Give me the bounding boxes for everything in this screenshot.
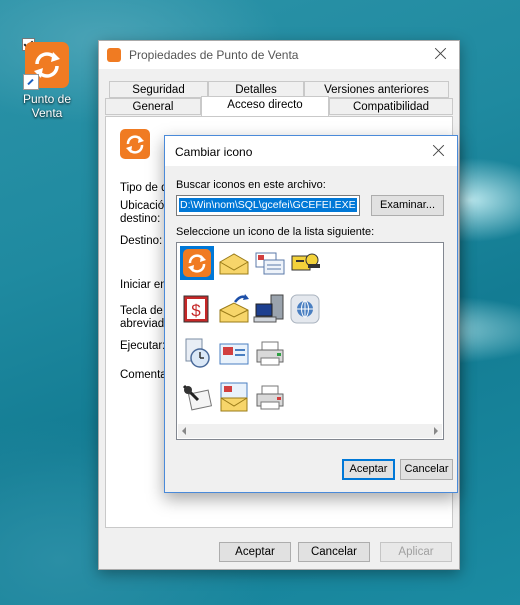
dialog-ok-button[interactable]: Aceptar <box>342 459 395 480</box>
cancel-button[interactable]: Cancelar <box>298 542 370 562</box>
scroll-right-arrow-icon[interactable] <box>434 427 438 435</box>
dialog-title: Cambiar icono <box>175 145 253 159</box>
icon-file-path-input[interactable]: D:\Win\nom\SQL\gcefei\GCEFEI.EXE <box>176 195 360 216</box>
email-envelope-icon[interactable] <box>217 380 251 414</box>
dialog-cancel-button[interactable]: Cancelar <box>400 459 453 480</box>
svg-text:$: $ <box>191 301 201 320</box>
label-destino: Destino: <box>120 235 163 247</box>
tab-strip: Seguridad Detalles Versiones anteriores … <box>105 81 453 117</box>
label-ubicacion-destino: Ubicación destino: <box>120 200 171 225</box>
desktop-shortcut-punto-de-venta[interactable]: Punto de Venta <box>16 38 78 120</box>
mail-letters-icon[interactable] <box>253 246 287 280</box>
label-iniciar-en: Iniciar en: <box>120 279 170 291</box>
scroll-left-arrow-icon[interactable] <box>182 427 186 435</box>
sync-arrows-icon <box>23 42 69 90</box>
icon-list[interactable]: $ <box>176 242 444 440</box>
dialog-close-button[interactable] <box>429 141 449 161</box>
key-lock-icon[interactable] <box>288 246 322 280</box>
printer-green-icon[interactable] <box>253 336 287 370</box>
printer-red-icon[interactable] <box>253 380 287 414</box>
dialog-title-bar: Cambiar icono <box>165 136 457 166</box>
tab-general[interactable]: General <box>105 98 201 115</box>
network-globe-icon[interactable] <box>288 292 322 326</box>
computer-server-icon[interactable] <box>253 292 287 326</box>
envelope-icon[interactable] <box>217 246 251 280</box>
tab-compatibilidad[interactable]: Compatibilidad <box>329 98 453 115</box>
change-icon-dialog: Cambiar icono Buscar iconos en este arch… <box>164 135 458 493</box>
horizontal-scrollbar[interactable] <box>178 424 442 438</box>
window-title: Propiedades de Punto de Venta <box>129 48 299 62</box>
sync-arrows-icon <box>120 129 150 159</box>
app-icon <box>107 48 121 62</box>
browse-button[interactable]: Examinar... <box>371 195 444 216</box>
tab-seguridad[interactable]: Seguridad <box>109 81 208 98</box>
ok-button[interactable]: Aceptar <box>219 542 291 562</box>
clock-document-icon[interactable] <box>180 336 214 370</box>
label-ejecutar: Ejecutar: <box>120 340 166 352</box>
mail-send-icon[interactable] <box>217 292 251 326</box>
search-label: Buscar iconos en este archivo: <box>176 179 326 191</box>
tab-acceso-directo[interactable]: Acceso directo <box>201 96 329 116</box>
icon-list-label: Seleccione un icono de la lista siguient… <box>176 226 375 238</box>
shortcut-arrow-icon <box>23 74 39 90</box>
label-tipo-destino: Tipo de d <box>120 182 168 194</box>
close-button[interactable] <box>431 44 451 64</box>
sync-arrows-icon[interactable] <box>180 246 214 280</box>
apply-button[interactable]: Aplicar <box>380 542 452 562</box>
calculator-dollar-icon[interactable]: $ <box>180 292 214 326</box>
title-bar: Propiedades de Punto de Venta <box>99 41 459 69</box>
path-value: D:\Win\nom\SQL\gcefei\GCEFEI.EXE <box>179 198 357 212</box>
writing-hand-icon[interactable] <box>180 380 214 414</box>
email-card-icon[interactable] <box>217 336 251 370</box>
desktop-shortcut-label: Punto de Venta <box>22 92 72 120</box>
